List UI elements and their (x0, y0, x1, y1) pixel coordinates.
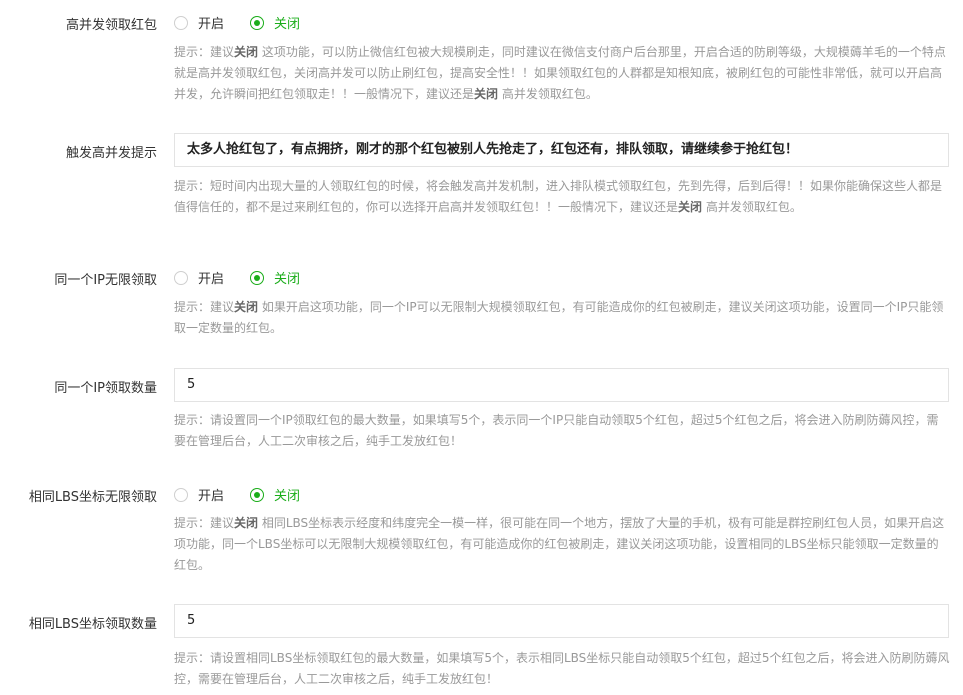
radio-label-enable: 开启 (198, 272, 225, 287)
radio-selected-icon (250, 15, 265, 30)
radio-label-disable: 关闭 (274, 489, 301, 504)
radio-option-disable[interactable]: 关闭 (250, 268, 300, 287)
radio-group-high-concurrency: 开启 关闭 (174, 13, 326, 32)
radio-option-enable[interactable]: 开启 (174, 13, 224, 32)
field-label-ip-quantity: 同一个IP领取数量 (54, 381, 157, 396)
field-label-lbs-unlimited: 相同LBS坐标无限领取 (28, 490, 157, 505)
radio-label-disable: 关闭 (274, 17, 301, 32)
radio-selected-icon (250, 270, 265, 285)
hint-lbs-unlimited: 提示：建议关闭 相同LBS坐标表示经度和纬度完全一模一样，很可能在同一个地方，摆… (174, 516, 945, 572)
hint-ip-quantity: 提示：请设置同一个IP领取红包的最大数量，如果填写5个，表示同一个IP只能自动领… (174, 413, 939, 448)
concurrency-message-input[interactable]: 太多人抢红包了，有点拥挤，刚才的那个红包被别人先抢走了，红包还有，排队领取，请继… (174, 133, 949, 167)
hint-concurrency-message: 提示：短时间内出现大量的人领取红包的时候，将会触发高并发机制，进入排队模式领取红… (174, 179, 943, 214)
hint-lbs-quantity: 提示：请设置相同LBS坐标领取红包的最大数量，如果填写5个，表示相同LBS坐标只… (174, 651, 950, 686)
field-label-high-concurrency: 高并发领取红包 (65, 18, 157, 33)
radio-option-enable[interactable]: 开启 (174, 485, 224, 504)
radio-option-disable[interactable]: 关闭 (250, 13, 300, 32)
radio-label-enable: 开启 (198, 17, 225, 32)
field-label-concurrency-message: 触发高并发提示 (65, 146, 157, 161)
field-label-ip-unlimited: 同一个IP无限领取 (54, 273, 157, 288)
radio-option-enable[interactable]: 开启 (174, 268, 224, 287)
radio-circle-icon (174, 15, 188, 30)
radio-group-lbs-unlimited: 开启 关闭 (174, 485, 326, 504)
field-label-lbs-quantity: 相同LBS坐标领取数量 (28, 617, 157, 632)
radio-selected-icon (250, 487, 265, 502)
hint-ip-unlimited: 提示：建议关闭 如果开启这项功能，同一个IP可以无限制大规模领取红包，有可能造成… (174, 300, 944, 335)
radio-circle-icon (174, 487, 188, 502)
lbs-quantity-input[interactable]: 5 (174, 604, 949, 638)
radio-label-disable: 关闭 (274, 272, 301, 287)
radio-option-disable[interactable]: 关闭 (250, 485, 300, 504)
hint-high-concurrency: 提示：建议关闭 这项功能，可以防止微信红包被大规模刷走，同时建议在微信支付商户后… (174, 45, 946, 101)
radio-circle-icon (174, 270, 188, 285)
radio-label-enable: 开启 (198, 489, 225, 504)
ip-quantity-input[interactable]: 5 (174, 368, 949, 402)
radio-group-ip-unlimited: 开启 关闭 (174, 268, 326, 287)
